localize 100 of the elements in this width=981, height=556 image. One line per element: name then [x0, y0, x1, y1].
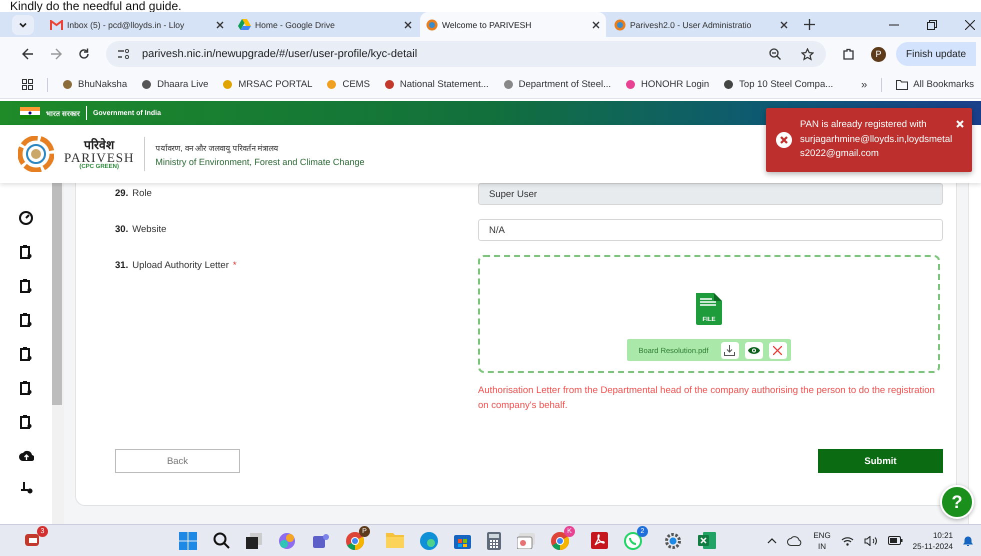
- field-label: Website: [132, 224, 166, 235]
- close-icon[interactable]: [965, 20, 975, 30]
- site-settings-icon[interactable]: [118, 49, 132, 59]
- clipboard-icon[interactable]: [20, 381, 32, 395]
- pdf-reader-icon[interactable]: [591, 532, 608, 549]
- battery-icon[interactable]: [888, 536, 903, 545]
- cloud-icon[interactable]: [787, 536, 804, 546]
- browser-tab[interactable]: Welcome to PARIVESH: [420, 12, 606, 37]
- error-icon: [776, 132, 792, 148]
- clipboard-icon[interactable]: [20, 313, 32, 327]
- bookmark-link[interactable]: National Statement...: [384, 79, 489, 90]
- parivesh-emblem-icon: [18, 136, 54, 172]
- new-tab-icon[interactable]: [804, 19, 815, 30]
- widgets-icon: [24, 532, 42, 548]
- field-label: Role: [132, 188, 152, 199]
- chrome-icon: [551, 532, 569, 550]
- browser-tab[interactable]: Inbox (5) - pcd@lloyds.in - Lloy: [44, 12, 230, 37]
- bookmark-favicon-icon: [625, 79, 636, 90]
- address-bar[interactable]: parivesh.nic.in/newupgrade/#/user/user-profile/kyc-detail: [106, 41, 826, 67]
- emblem-icon: [614, 18, 626, 30]
- clipboard-icon[interactable]: [20, 245, 32, 259]
- stamp-icon[interactable]: [20, 481, 32, 494]
- bookmark-link[interactable]: Dhaara Live: [141, 79, 208, 90]
- clipboard-icon[interactable]: [20, 347, 32, 361]
- windows-start-icon[interactable]: [179, 532, 197, 550]
- logo-name-text: PARIVESH: [64, 150, 134, 164]
- task-view-icon[interactable]: [246, 532, 262, 548]
- cross-icon: [773, 346, 782, 354]
- close-icon[interactable]: [216, 20, 224, 28]
- edge-icon[interactable]: [420, 532, 438, 550]
- bookmark-favicon-icon: [326, 79, 338, 90]
- bookmark-link[interactable]: Top 10 Steel Compa...: [723, 79, 834, 90]
- browser-tab[interactable]: Parivesh2.0 - User Administratio: [608, 12, 794, 37]
- photos-icon[interactable]: [517, 532, 535, 548]
- emblem-icon: [426, 18, 438, 30]
- clipboard-icon[interactable]: [20, 279, 32, 293]
- bell-icon[interactable]: [963, 534, 973, 546]
- error-message: PAN is already registered with surjagarhmine@lloyds.in,loydsmetals2022@gmail.com: [800, 118, 954, 162]
- whatsapp-icon: [624, 532, 642, 550]
- bookmark-link[interactable]: CEMS: [326, 79, 370, 90]
- mail-icon: [50, 20, 63, 30]
- bookmark-favicon-icon: [502, 79, 514, 90]
- close-icon[interactable]: [404, 20, 412, 28]
- ministry-hindi-text: पर्यावरण, वन और जलवायु परिवर्तन मंत्रालय: [155, 142, 280, 152]
- submit-button[interactable]: Submit: [818, 449, 943, 473]
- close-icon[interactable]: [780, 20, 788, 28]
- field-number: 29.: [115, 188, 128, 199]
- clock[interactable]: 10:21 25-11-2024: [912, 530, 953, 552]
- store-icon[interactable]: [454, 532, 471, 549]
- bookmark-favicon-icon: [384, 79, 395, 90]
- star-icon[interactable]: [801, 48, 814, 60]
- chevron-up-icon[interactable]: [767, 538, 778, 544]
- cloud-upload-icon[interactable]: [18, 449, 34, 461]
- settings-icon[interactable]: [664, 532, 682, 550]
- extensions-icon[interactable]: [842, 48, 855, 60]
- reload-icon[interactable]: [78, 48, 90, 60]
- tab-search-button[interactable]: [12, 14, 34, 34]
- teams-icon[interactable]: [312, 532, 330, 550]
- bookmark-link[interactable]: BhuNaksha: [62, 79, 128, 90]
- bookmark-favicon-icon: [62, 79, 73, 90]
- view-button[interactable]: [744, 342, 763, 358]
- bookmark-link[interactable]: Department of Steel...: [502, 79, 612, 90]
- close-icon[interactable]: [592, 20, 600, 28]
- field-number: 30.: [115, 224, 128, 235]
- finish-update-button[interactable]: Finish update: [896, 42, 976, 66]
- forward-arrow-icon[interactable]: [50, 48, 62, 60]
- calculator-icon[interactable]: [487, 532, 501, 550]
- profile-avatar[interactable]: P: [871, 46, 886, 62]
- scrollbar[interactable]: [52, 183, 64, 524]
- download-icon: [724, 344, 736, 356]
- eye-icon: [748, 346, 760, 354]
- remove-button[interactable]: [768, 342, 787, 358]
- text-field[interactable]: N/A: [478, 219, 943, 241]
- apps-grid-icon[interactable]: [22, 79, 33, 90]
- bookmark-favicon-icon: [723, 79, 734, 90]
- back-arrow-icon[interactable]: [22, 48, 34, 60]
- back-button[interactable]: Back: [115, 449, 240, 473]
- more-bookmarks-button[interactable]: »: [861, 78, 868, 90]
- browser-tab[interactable]: Home - Google Drive: [232, 12, 418, 37]
- scrollbar[interactable]: [968, 183, 981, 524]
- copilot-icon[interactable]: [278, 532, 296, 550]
- excel-icon[interactable]: [698, 532, 716, 549]
- bookmark-favicon-icon: [141, 79, 152, 90]
- folder-icon: [896, 80, 908, 90]
- volume-icon[interactable]: [864, 536, 878, 546]
- download-button[interactable]: [720, 342, 739, 358]
- bookmark-link[interactable]: MRSAC PORTAL: [222, 79, 312, 90]
- caption-text: Kindly do the needful and guide.: [9, 0, 182, 12]
- clipboard-icon[interactable]: [20, 415, 32, 429]
- drive-icon: [238, 19, 251, 30]
- hint-text: Authorisation Letter from the Departmental head of the company authorising the person to do the registration on company's behalf.: [478, 384, 936, 413]
- dashboard-gauge-icon[interactable]: [19, 211, 33, 225]
- search-icon[interactable]: [213, 532, 230, 549]
- zoom-icon[interactable]: [769, 48, 781, 60]
- all-bookmarks-link[interactable]: All Bookmarks: [896, 79, 974, 90]
- restore-icon[interactable]: [927, 20, 937, 30]
- language-indicator[interactable]: ENG IN: [813, 530, 831, 552]
- wifi-icon[interactable]: [840, 536, 854, 546]
- bookmark-favicon-icon: [222, 79, 234, 90]
- bookmark-link[interactable]: HONOHR Login: [625, 79, 710, 90]
